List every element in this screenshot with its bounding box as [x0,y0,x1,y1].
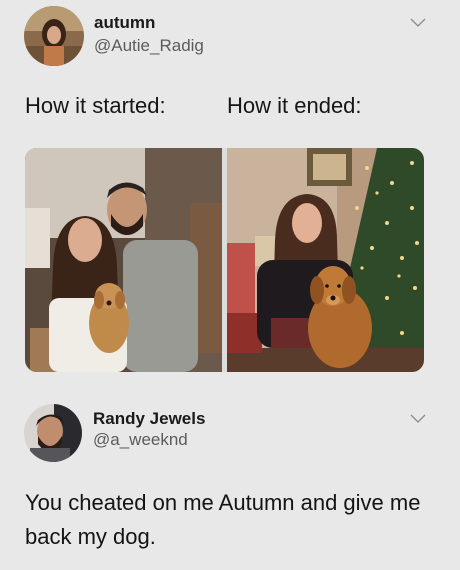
chevron-down-icon[interactable] [410,414,426,424]
photo-how-it-ended[interactable] [227,148,424,372]
autumn-avatar[interactable] [24,6,84,66]
display-name[interactable]: Randy Jewels [93,409,205,429]
user-handle[interactable]: @Autie_Radig [94,36,204,56]
tweet-text: You cheated on me Autumn and give me bac… [25,490,421,549]
tweet-autumn: autumn @Autie_Radig How it started: How … [0,0,460,382]
photo-how-it-started[interactable] [25,148,222,372]
user-handle[interactable]: @a_weeknd [93,430,188,450]
caption-how-it-started: How it started: [25,93,166,118]
caption-how-it-ended: How it ended: [227,93,362,118]
randy-avatar[interactable] [24,404,82,462]
display-name[interactable]: autumn [94,13,155,33]
chevron-down-icon[interactable] [410,18,426,28]
tweet-media [25,148,424,372]
tweet-randy: Randy Jewels @a_weeknd You cheated on me… [0,382,460,570]
